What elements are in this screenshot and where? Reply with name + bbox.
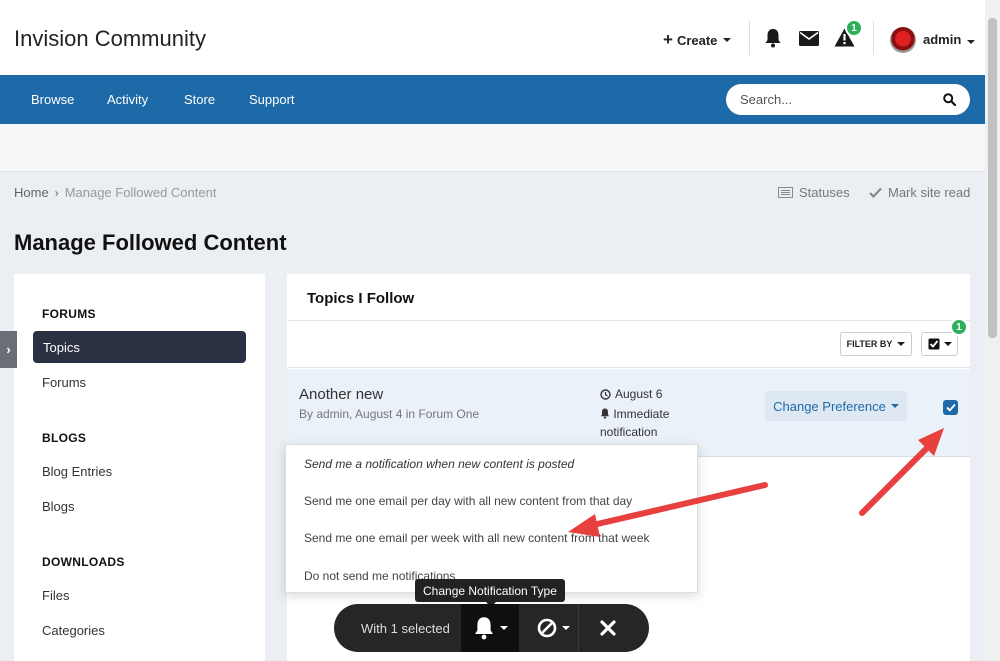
stop-following-button[interactable]: [528, 604, 578, 652]
ban-icon: [537, 618, 556, 638]
clock-icon: [600, 388, 611, 400]
header-divider: [749, 21, 750, 55]
create-menu-button[interactable]: + Create: [663, 30, 732, 50]
bulk-bar-divider: [578, 604, 579, 652]
sidebar-heading-forums: FORUMS: [42, 307, 96, 321]
selection-count-label: With 1 selected: [361, 621, 450, 636]
page-title: Manage Followed Content: [14, 230, 287, 255]
change-preference-button[interactable]: Change Preference: [765, 391, 907, 421]
chevron-right-icon: ›: [54, 185, 59, 200]
nav-item-activity[interactable]: Activity: [107, 92, 148, 107]
expand-panel-tab[interactable]: ›: [0, 331, 17, 368]
follow-date: August 6: [600, 387, 662, 401]
caret-down-icon: [897, 342, 906, 346]
filter-by-label: FILTER BY: [846, 339, 893, 349]
caret-down-icon: [499, 626, 508, 630]
bell-icon: [474, 617, 493, 640]
tooltip: Change Notification Type: [415, 579, 565, 602]
checkmark-icon: [869, 187, 882, 198]
topic-meta: By admin, August 4 in Forum One: [299, 407, 480, 421]
menu-item-daily-digest[interactable]: Send me one email per day with all new c…: [304, 494, 632, 508]
sidebar-item-blog-entries[interactable]: Blog Entries: [42, 464, 112, 479]
caret-down-icon: [890, 404, 899, 408]
user-avatar[interactable]: [890, 27, 916, 53]
plus-icon: +: [663, 30, 673, 49]
caret-down-icon: [966, 40, 975, 44]
sidebar-heading-downloads: DOWNLOADS: [42, 555, 125, 569]
change-preference-label: Change Preference: [773, 398, 886, 414]
site-header: Invision Community + Create 1 admin: [0, 0, 985, 75]
sidebar-item-forums[interactable]: Forums: [42, 375, 86, 390]
menu-item-immediate[interactable]: Send me a notification when new content …: [304, 457, 574, 471]
content-type-sidebar: FORUMS Topics Forums BLOGS Blog Entries …: [14, 274, 265, 661]
search-icon[interactable]: [943, 93, 956, 106]
notification-type: Immediate notification: [600, 405, 690, 441]
nav-item-support[interactable]: Support: [249, 92, 295, 107]
sidebar-item-topics[interactable]: Topics: [33, 331, 246, 363]
select-all-button[interactable]: [921, 332, 958, 356]
bell-icon: [600, 408, 610, 419]
breadcrumb: Home › Manage Followed Content: [14, 185, 216, 200]
chevron-right-icon: ›: [6, 342, 11, 357]
selected-count-badge: 1: [950, 318, 968, 336]
change-notification-type-button[interactable]: [461, 604, 519, 652]
list-toolbar: FILTER BY 1: [287, 318, 970, 368]
caret-down-icon: [723, 38, 732, 42]
row-select-checkbox[interactable]: [943, 400, 958, 415]
sidebar-item-files[interactable]: Files: [42, 588, 69, 603]
notification-type-text: Immediate notification: [600, 407, 670, 439]
user-menu-button[interactable]: admin: [923, 32, 975, 47]
follow-date-text: August 6: [615, 387, 663, 401]
search-box: [726, 84, 970, 115]
caret-down-icon: [943, 342, 952, 346]
scrollbar-thumb[interactable]: [988, 18, 997, 338]
menu-item-weekly-digest[interactable]: Send me one email per week with all new …: [304, 531, 650, 545]
statuses-link[interactable]: Statuses: [778, 185, 850, 200]
checkbox-checked-icon: [928, 338, 939, 350]
sidebar-heading-blogs: BLOGS: [42, 431, 87, 445]
close-bulk-bar-button[interactable]: [586, 604, 630, 652]
nav-item-browse[interactable]: Browse: [31, 92, 74, 107]
header-spacer-band: [0, 124, 985, 172]
warnings-count-badge: 1: [845, 19, 863, 37]
create-label: Create: [676, 32, 718, 48]
breadcrumb-current: Manage Followed Content: [64, 185, 217, 200]
nav-item-store[interactable]: Store: [184, 92, 215, 107]
main-navigation: Browse Activity Store Support: [0, 75, 985, 124]
statuses-label: Statuses: [799, 185, 850, 200]
breadcrumb-home[interactable]: Home: [14, 185, 49, 200]
user-name: admin: [923, 32, 962, 47]
newspaper-icon: [778, 187, 793, 198]
site-title[interactable]: Invision Community: [14, 26, 206, 52]
sidebar-item-blogs[interactable]: Blogs: [42, 499, 75, 514]
panel-title: Topics I Follow: [307, 290, 415, 307]
mark-site-read-label: Mark site read: [888, 185, 971, 200]
close-icon: [600, 620, 616, 636]
bulk-action-bar: With 1 selected: [334, 604, 649, 652]
sidebar-item-categories[interactable]: Categories: [42, 623, 105, 638]
notification-type-menu: Send me a notification when new content …: [285, 444, 698, 593]
checkmark-icon: [945, 403, 956, 412]
filter-by-button[interactable]: FILTER BY: [840, 332, 912, 356]
search-input[interactable]: [740, 84, 930, 115]
bell-icon[interactable]: [764, 28, 782, 48]
header-divider: [873, 21, 874, 55]
envelope-icon[interactable]: [799, 31, 819, 46]
caret-down-icon: [561, 626, 570, 630]
topic-title-link[interactable]: Another new: [299, 386, 383, 403]
mark-site-read-link[interactable]: Mark site read: [869, 185, 970, 200]
